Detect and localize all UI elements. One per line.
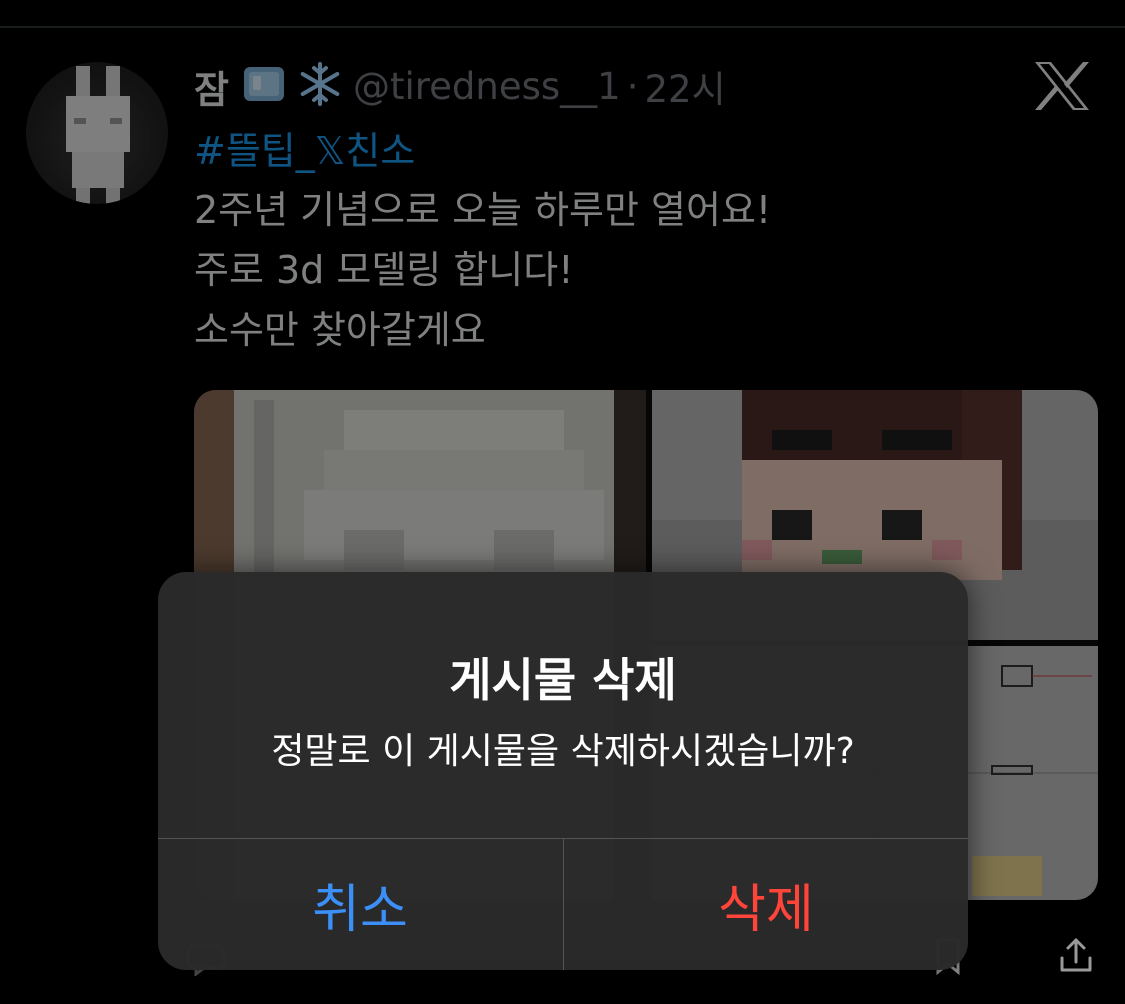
tweet-header: 잠 @tiredness__1 · 22시 [194, 58, 726, 114]
avatar-image [66, 66, 130, 204]
share-icon[interactable] [1056, 936, 1096, 976]
snowflake-icon [297, 61, 343, 111]
delete-confirm-dialog: 게시물 삭제 정말로 이 게시물을 삭제하시겠습니까? 취소 삭제 [158, 572, 968, 970]
tweet-line: 소수만 찾아갈게요 [194, 308, 486, 352]
dialog-message: 정말로 이 게시물을 삭제하시겠습니까? [271, 731, 855, 772]
avatar[interactable] [26, 62, 168, 204]
delete-button[interactable]: 삭제 [564, 839, 968, 970]
tweet-line: 주로 3d 모델링 합니다! [194, 248, 574, 292]
ice-cube-icon [241, 64, 287, 108]
x-logo-icon [1031, 60, 1093, 112]
hashtag-link[interactable]: #뜰팁_𝕏친소 [194, 120, 415, 175]
top-divider [0, 26, 1125, 28]
display-name[interactable]: 잠 [194, 59, 229, 114]
cancel-button[interactable]: 취소 [158, 839, 562, 970]
tweet-text: 2주년 기념으로 오늘 하루만 열어요! 주로 3d 모델링 합니다! 소수만 … [194, 180, 771, 360]
user-handle[interactable]: @tiredness__1 [353, 65, 621, 108]
dialog-title: 게시물 삭제 [449, 653, 677, 707]
separator: · [626, 64, 639, 108]
tweet-line: 2주년 기념으로 오늘 하루만 열어요! [194, 188, 772, 232]
timestamp[interactable]: 22시 [644, 59, 725, 113]
